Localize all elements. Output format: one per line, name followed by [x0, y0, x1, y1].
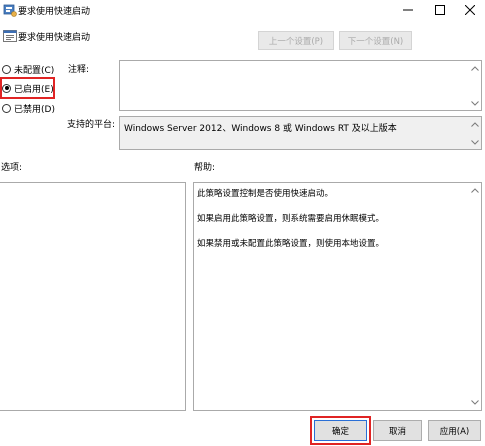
help-label: 帮助:: [194, 163, 216, 173]
minimize-button[interactable]: [393, 0, 423, 20]
policy-app-icon: [3, 4, 17, 17]
help-text-line: 如果禁用或未配置此策略设置，则使用本地设置。: [197, 239, 385, 249]
close-button[interactable]: [455, 0, 485, 20]
radio-circle[interactable]: [2, 103, 11, 113]
prev-setting-button[interactable]: 上一个设置(P): [258, 31, 334, 50]
options-label: 选项:: [1, 163, 23, 173]
minimize-icon: [403, 9, 413, 11]
platform-label: 支持的平台:: [67, 120, 116, 130]
radio-not-configured[interactable]: 未配置(C): [2, 62, 54, 76]
scroll-down-icon[interactable]: [470, 398, 480, 407]
help-text-line: 此策略设置控制是否使用快速启动。: [197, 189, 334, 199]
ok-button[interactable]: 确定: [314, 420, 367, 441]
radio-disabled[interactable]: 已禁用(D): [2, 101, 55, 115]
cancel-button[interactable]: 取消: [373, 420, 422, 441]
policy-name: 要求使用快速启动: [18, 33, 91, 43]
scroll-up-icon[interactable]: [470, 186, 480, 195]
policy-setting-icon: [3, 30, 17, 42]
maximize-button[interactable]: [425, 0, 455, 20]
options-panel: [0, 182, 186, 411]
close-icon: [465, 5, 475, 15]
maximize-icon: [435, 5, 445, 15]
scroll-down-icon[interactable]: [470, 138, 480, 147]
scroll-up-icon[interactable]: [470, 120, 480, 129]
radio-circle[interactable]: [2, 64, 11, 74]
next-setting-button[interactable]: 下一个设置(N): [339, 31, 412, 50]
platform-value: Windows Server 2012、Windows 8 或 Windows …: [124, 124, 397, 134]
enabled-highlight-box: [0, 77, 55, 99]
apply-button[interactable]: 应用(A): [428, 420, 481, 441]
radio-label: 未配置(C): [14, 65, 55, 76]
help-text-line: 如果启用此策略设置，则系统需要启用休眠模式。: [197, 214, 385, 224]
scroll-up-icon[interactable]: [470, 64, 480, 73]
comment-input[interactable]: [119, 60, 482, 111]
window-title: 要求使用快速启动: [18, 7, 91, 17]
radio-label: 已禁用(D): [14, 104, 55, 115]
scroll-down-icon[interactable]: [470, 99, 480, 108]
comment-label: 注释:: [68, 65, 90, 75]
